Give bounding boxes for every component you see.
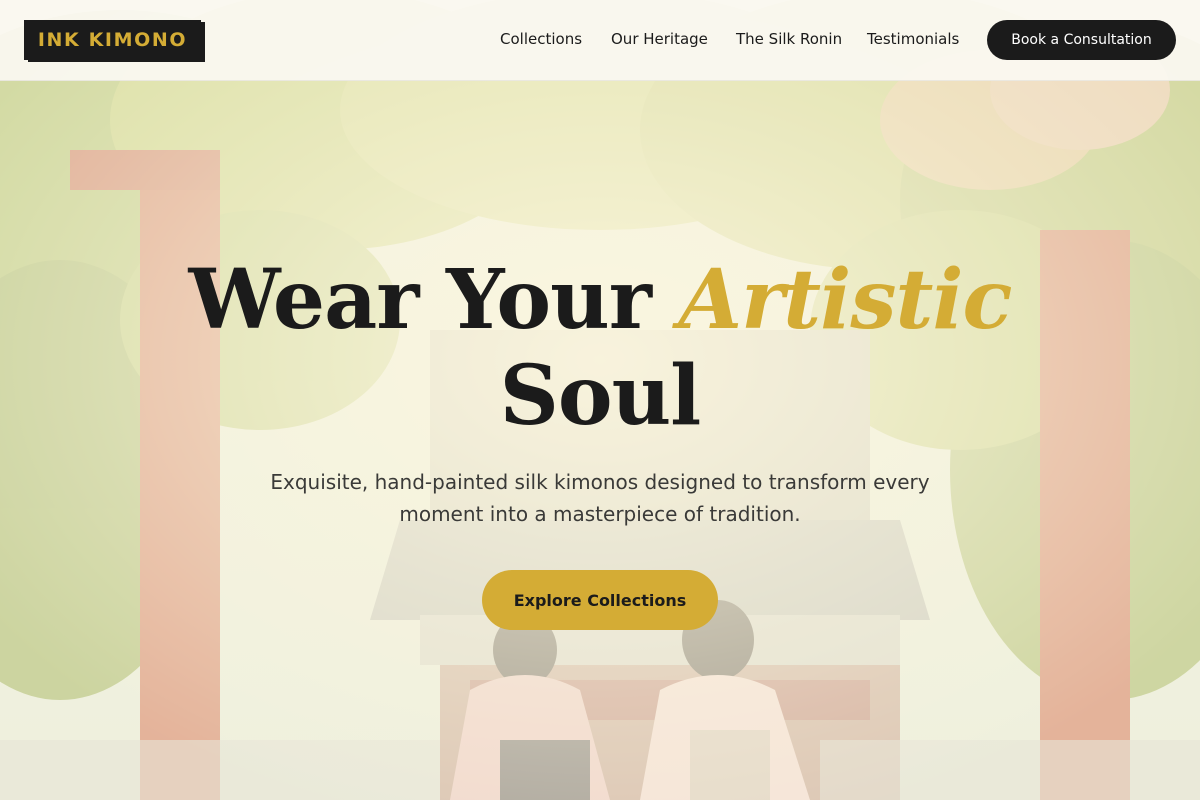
- nav-link-collections[interactable]: Collections: [500, 30, 582, 48]
- nav-link-testimonials[interactable]: Testimonials: [867, 30, 959, 48]
- book-consultation-button[interactable]: Book a Consultation: [987, 20, 1176, 60]
- site-header: INK KIMONO Collections Our Heritage The …: [0, 0, 1200, 81]
- explore-collections-button[interactable]: Explore Collections: [482, 570, 718, 630]
- nav-link-the-silk-ronin[interactable]: The Silk Ronin: [736, 30, 842, 48]
- nav-link-our-heritage[interactable]: Our Heritage: [611, 30, 708, 48]
- hero-title-accent: Artistic: [678, 252, 1012, 348]
- brand-logo-text: INK KIMONO: [37, 29, 188, 51]
- hero-title-part1: Wear Your: [188, 252, 652, 348]
- hero-subtitle: Exquisite, hand-painted silk kimonos des…: [270, 470, 930, 526]
- hero-title-part2: Soul: [499, 348, 702, 444]
- brand-logo[interactable]: INK KIMONO: [24, 20, 201, 60]
- hero-title: Wear Your Artistic Soul: [0, 252, 1200, 444]
